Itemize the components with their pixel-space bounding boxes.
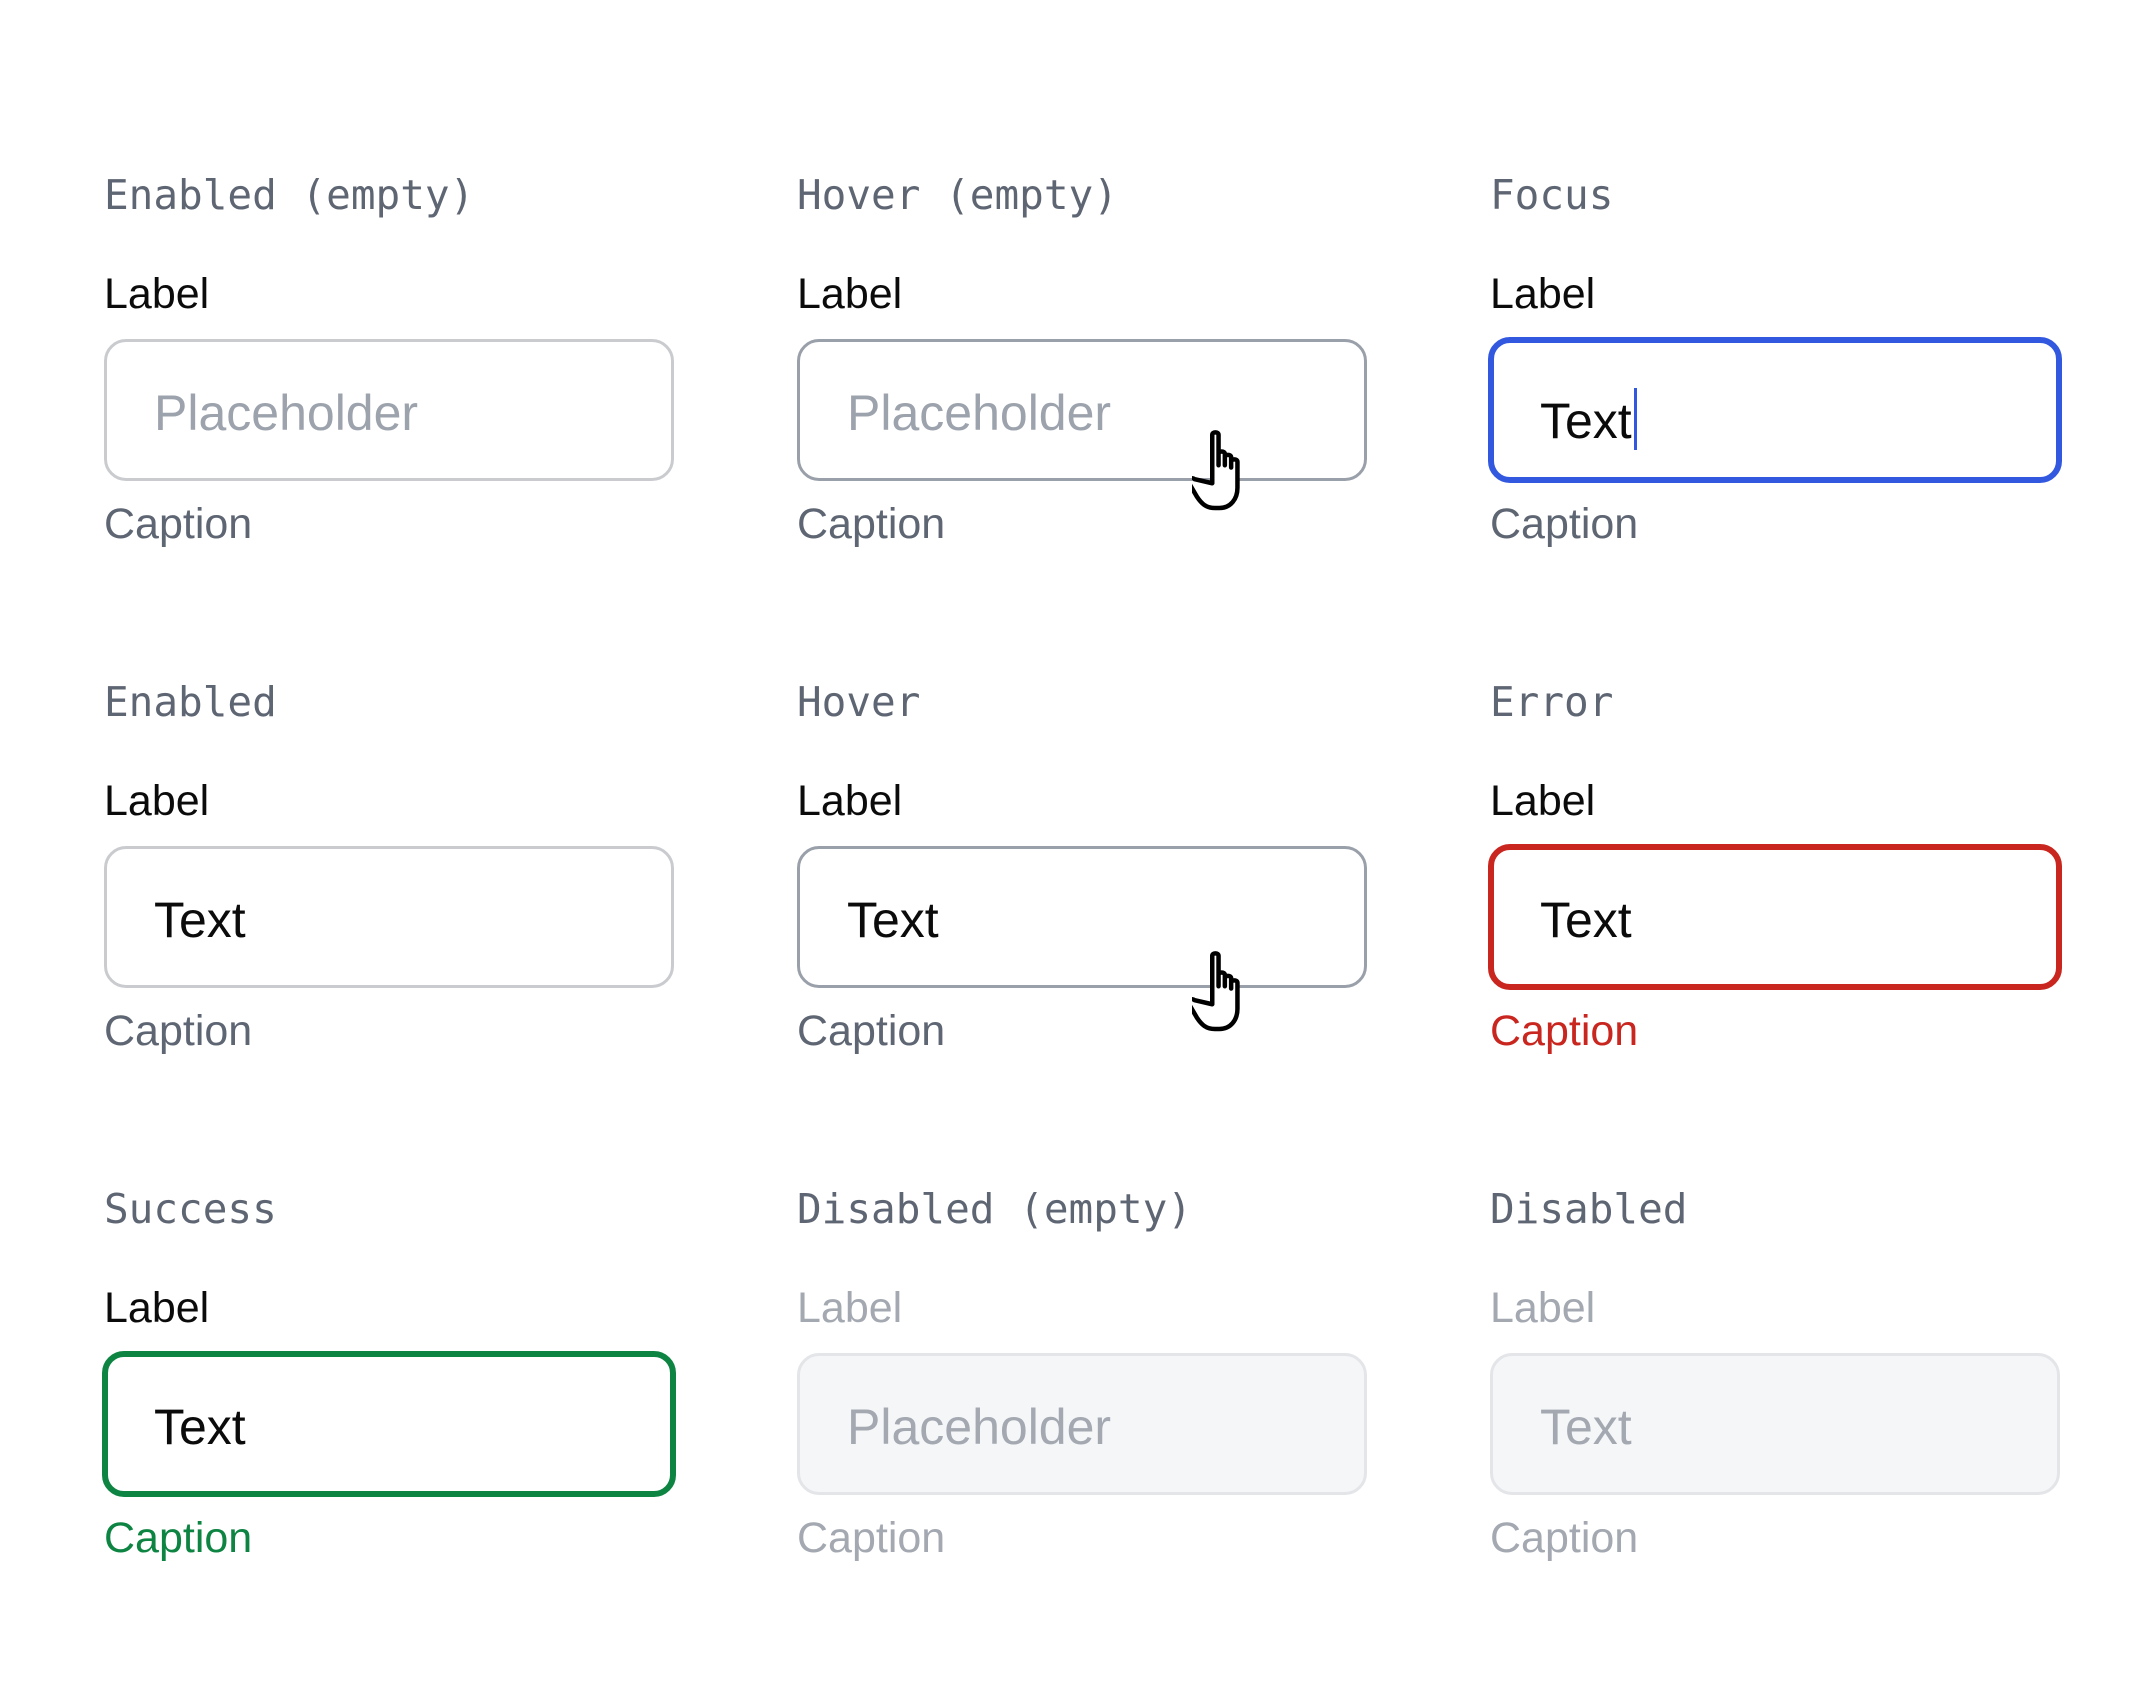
text-input[interactable]: Text: [1488, 337, 2062, 483]
text-field-disabled: Disabled Label Text Caption: [1490, 1039, 2065, 1560]
text-input[interactable]: Text: [1488, 844, 2062, 990]
state-title: Focus: [1490, 171, 1614, 219]
state-title: Enabled (empty): [104, 171, 475, 219]
hand-pointer-icon: [1192, 430, 1240, 511]
state-title: Success: [104, 1185, 277, 1233]
field-label: Label: [797, 1284, 903, 1332]
state-title: Hover: [797, 678, 921, 726]
state-title: Disabled: [1490, 1185, 1688, 1233]
field-caption: Caption: [1490, 1514, 1639, 1562]
text-field-success: Success Label Text Caption: [102, 1039, 679, 1560]
field-label: Label: [797, 270, 903, 318]
placeholder-text: Placeholder: [847, 385, 1112, 441]
state-title: Enabled: [104, 678, 277, 726]
text-caret: [1633, 388, 1637, 450]
state-title: Error: [1490, 678, 1614, 726]
text-field-focus: Focus Label Text Caption: [1488, 25, 2065, 546]
text-field-enabled: Enabled Label Text Caption: [104, 532, 679, 1053]
field-label: Label: [104, 1284, 210, 1332]
text-field-hover-empty: Hover (empty) Label Placeholder Caption: [797, 25, 1372, 546]
field-label: Label: [104, 270, 210, 318]
placeholder-text: Placeholder: [847, 1399, 1112, 1455]
state-title: Hover (empty): [797, 171, 1118, 219]
text-input: Placeholder: [797, 1353, 1367, 1495]
field-caption: Caption: [797, 1514, 946, 1562]
field-label: Label: [104, 777, 210, 825]
text-field-enabled-empty: Enabled (empty) Label Placeholder Captio…: [104, 25, 679, 546]
state-title: Disabled (empty): [797, 1185, 1192, 1233]
field-label: Label: [1490, 270, 1596, 318]
text-input[interactable]: Text: [102, 1351, 676, 1497]
text-input: Text: [1490, 1353, 2060, 1495]
field-label: Label: [797, 777, 903, 825]
field-caption: Caption: [104, 1514, 253, 1562]
input-value: Text: [1540, 892, 1632, 948]
hand-pointer-icon: [1192, 951, 1240, 1032]
input-value: Text: [1540, 393, 1632, 449]
field-label: Label: [1490, 1284, 1596, 1332]
input-value: Text: [154, 1399, 246, 1455]
text-field-error: Error Label Text Caption: [1488, 532, 2065, 1053]
text-input[interactable]: Text: [104, 846, 674, 988]
field-label: Label: [1490, 777, 1596, 825]
input-value: Text: [1540, 1399, 1632, 1455]
text-field-hover: Hover Label Text Caption: [797, 532, 1372, 1053]
text-input[interactable]: Text: [797, 846, 1367, 988]
placeholder-text: Placeholder: [154, 385, 419, 441]
text-input[interactable]: Placeholder: [104, 339, 674, 481]
input-value: Text: [154, 892, 246, 948]
text-input[interactable]: Placeholder: [797, 339, 1367, 481]
input-value: Text: [847, 892, 939, 948]
text-field-disabled-empty: Disabled (empty) Label Placeholder Capti…: [797, 1039, 1372, 1560]
